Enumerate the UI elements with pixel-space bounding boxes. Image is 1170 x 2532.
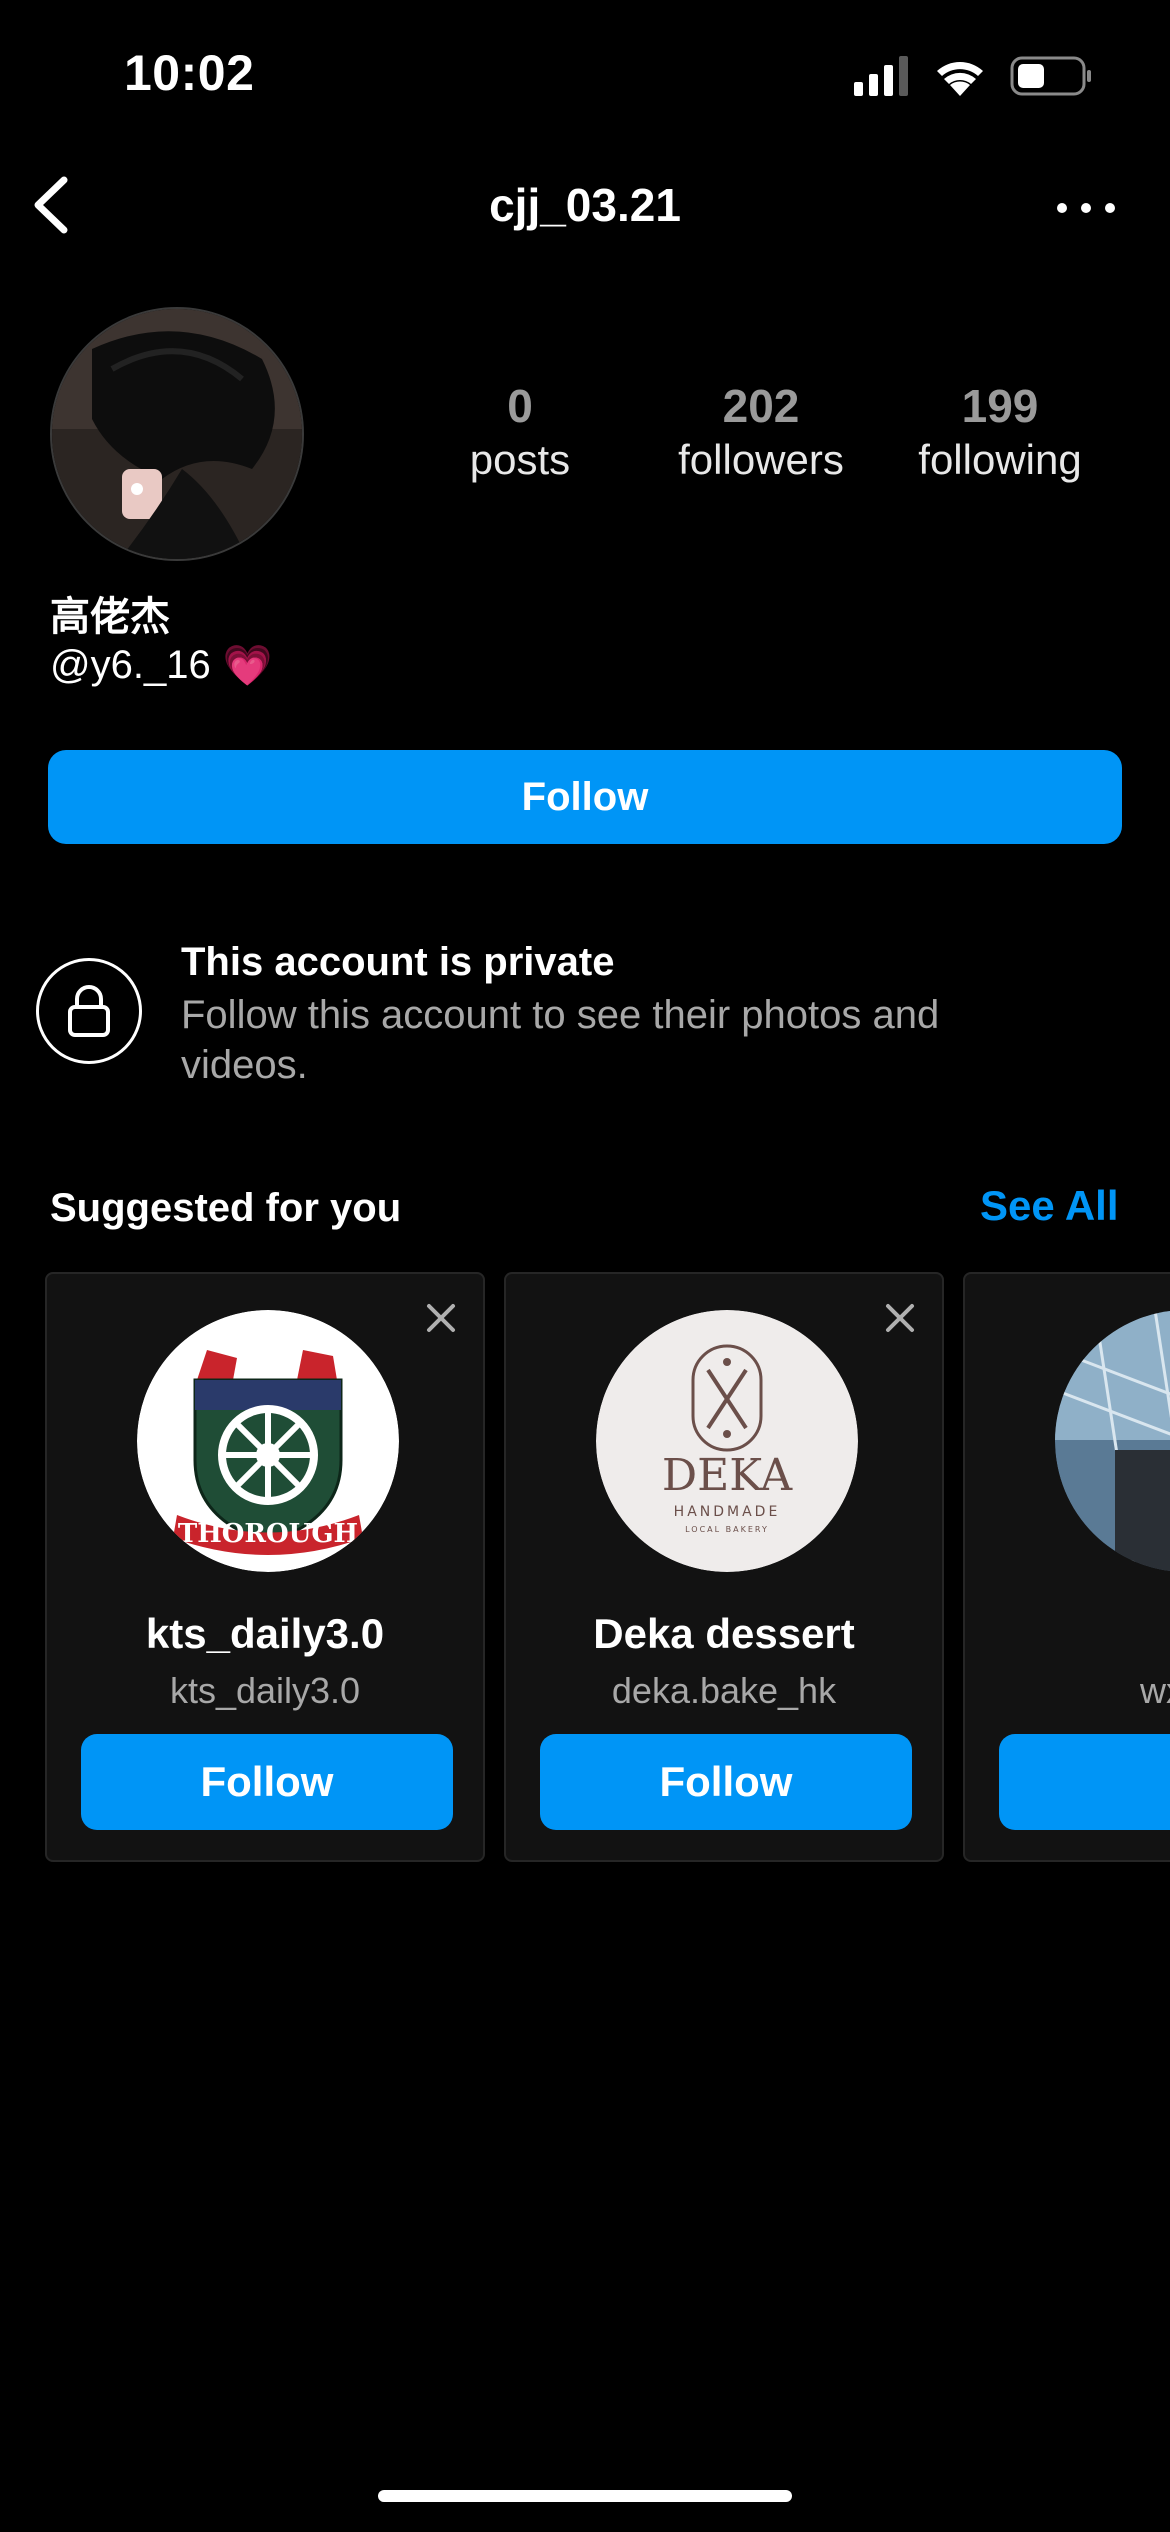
suggestion-name: w <box>965 1610 1170 1658</box>
close-icon <box>427 1304 455 1332</box>
dismiss-button[interactable] <box>884 1302 916 1334</box>
close-icon <box>886 1304 914 1332</box>
home-indicator <box>378 2490 792 2502</box>
status-icons <box>852 52 1092 102</box>
suggestion-follow-button[interactable]: Follow <box>540 1734 912 1830</box>
wifi-icon <box>937 62 983 96</box>
logo-subtext: HANDMADE <box>674 1504 781 1520</box>
suggestion-card[interactable]: THOROUGH kts_daily3.0 kts_daily3.0 Follo… <box>45 1272 485 1862</box>
lock-icon <box>68 985 110 1037</box>
more-horizontal-icon <box>1057 203 1115 213</box>
follow-button[interactable]: Follow <box>48 750 1122 844</box>
private-title: This account is private <box>181 940 615 984</box>
more-options-button[interactable] <box>1050 190 1122 226</box>
logo-subtext-2: LOCAL BAKERY <box>685 1525 769 1534</box>
profile-display-name: 高佬杰 <box>50 595 170 639</box>
followers-label: followers <box>678 436 844 483</box>
suggestion-follow-button[interactable]: Fo <box>999 1734 1170 1830</box>
profile-bio: @y6._16 💗 <box>50 642 273 689</box>
suggestion-handle: wxm <box>1140 1670 1170 1711</box>
private-description: Follow this account to see their photos … <box>181 993 940 1087</box>
cellular-signal-icon <box>854 56 908 96</box>
suggestion-handle: kts_daily3.0 <box>169 1670 361 1711</box>
dismiss-button[interactable] <box>425 1302 457 1334</box>
suggestion-avatar[interactable]: THOROUGH <box>137 1310 399 1572</box>
header-username: cjj_03.21 <box>489 179 681 231</box>
posts-label: posts <box>469 436 571 483</box>
logo-text: THOROUGH <box>178 1519 358 1549</box>
suggestion-avatar[interactable]: DEKA HANDMADE LOCAL BAKERY <box>596 1310 858 1572</box>
profile-avatar[interactable] <box>50 307 304 561</box>
heart-emoji: 💗 <box>222 644 273 688</box>
bio-mention[interactable]: @y6._16 <box>50 643 211 688</box>
suggestion-name: Deka dessert <box>593 1610 855 1657</box>
stat-following[interactable]: 199 following <box>900 378 1100 486</box>
stat-followers[interactable]: 202 followers <box>661 378 861 486</box>
following-count: 199 <box>961 380 1039 432</box>
suggestion-name: kts_daily3.0 <box>145 1610 385 1657</box>
suggestion-card[interactable]: w wxm Fo <box>963 1272 1170 1862</box>
suggestion-card[interactable]: DEKA HANDMADE LOCAL BAKERY Deka dessert … <box>504 1272 944 1862</box>
private-lock-badge <box>36 958 142 1064</box>
status-time: 10:02 <box>124 45 255 101</box>
posts-count: 0 <box>507 380 533 432</box>
followers-count: 202 <box>722 380 800 432</box>
suggestion-follow-button[interactable]: Follow <box>81 1734 453 1830</box>
stat-posts[interactable]: 0 posts <box>420 378 620 486</box>
suggestion-handle: deka.bake_hk <box>611 1670 837 1711</box>
battery-icon <box>1010 56 1091 96</box>
suggested-title: Suggested for you <box>50 1186 402 1230</box>
see-all-link[interactable]: See All <box>980 1182 1119 1230</box>
following-label: following <box>918 436 1082 483</box>
logo-text: DEKA <box>662 1450 793 1501</box>
suggestion-avatar[interactable] <box>1055 1310 1170 1572</box>
